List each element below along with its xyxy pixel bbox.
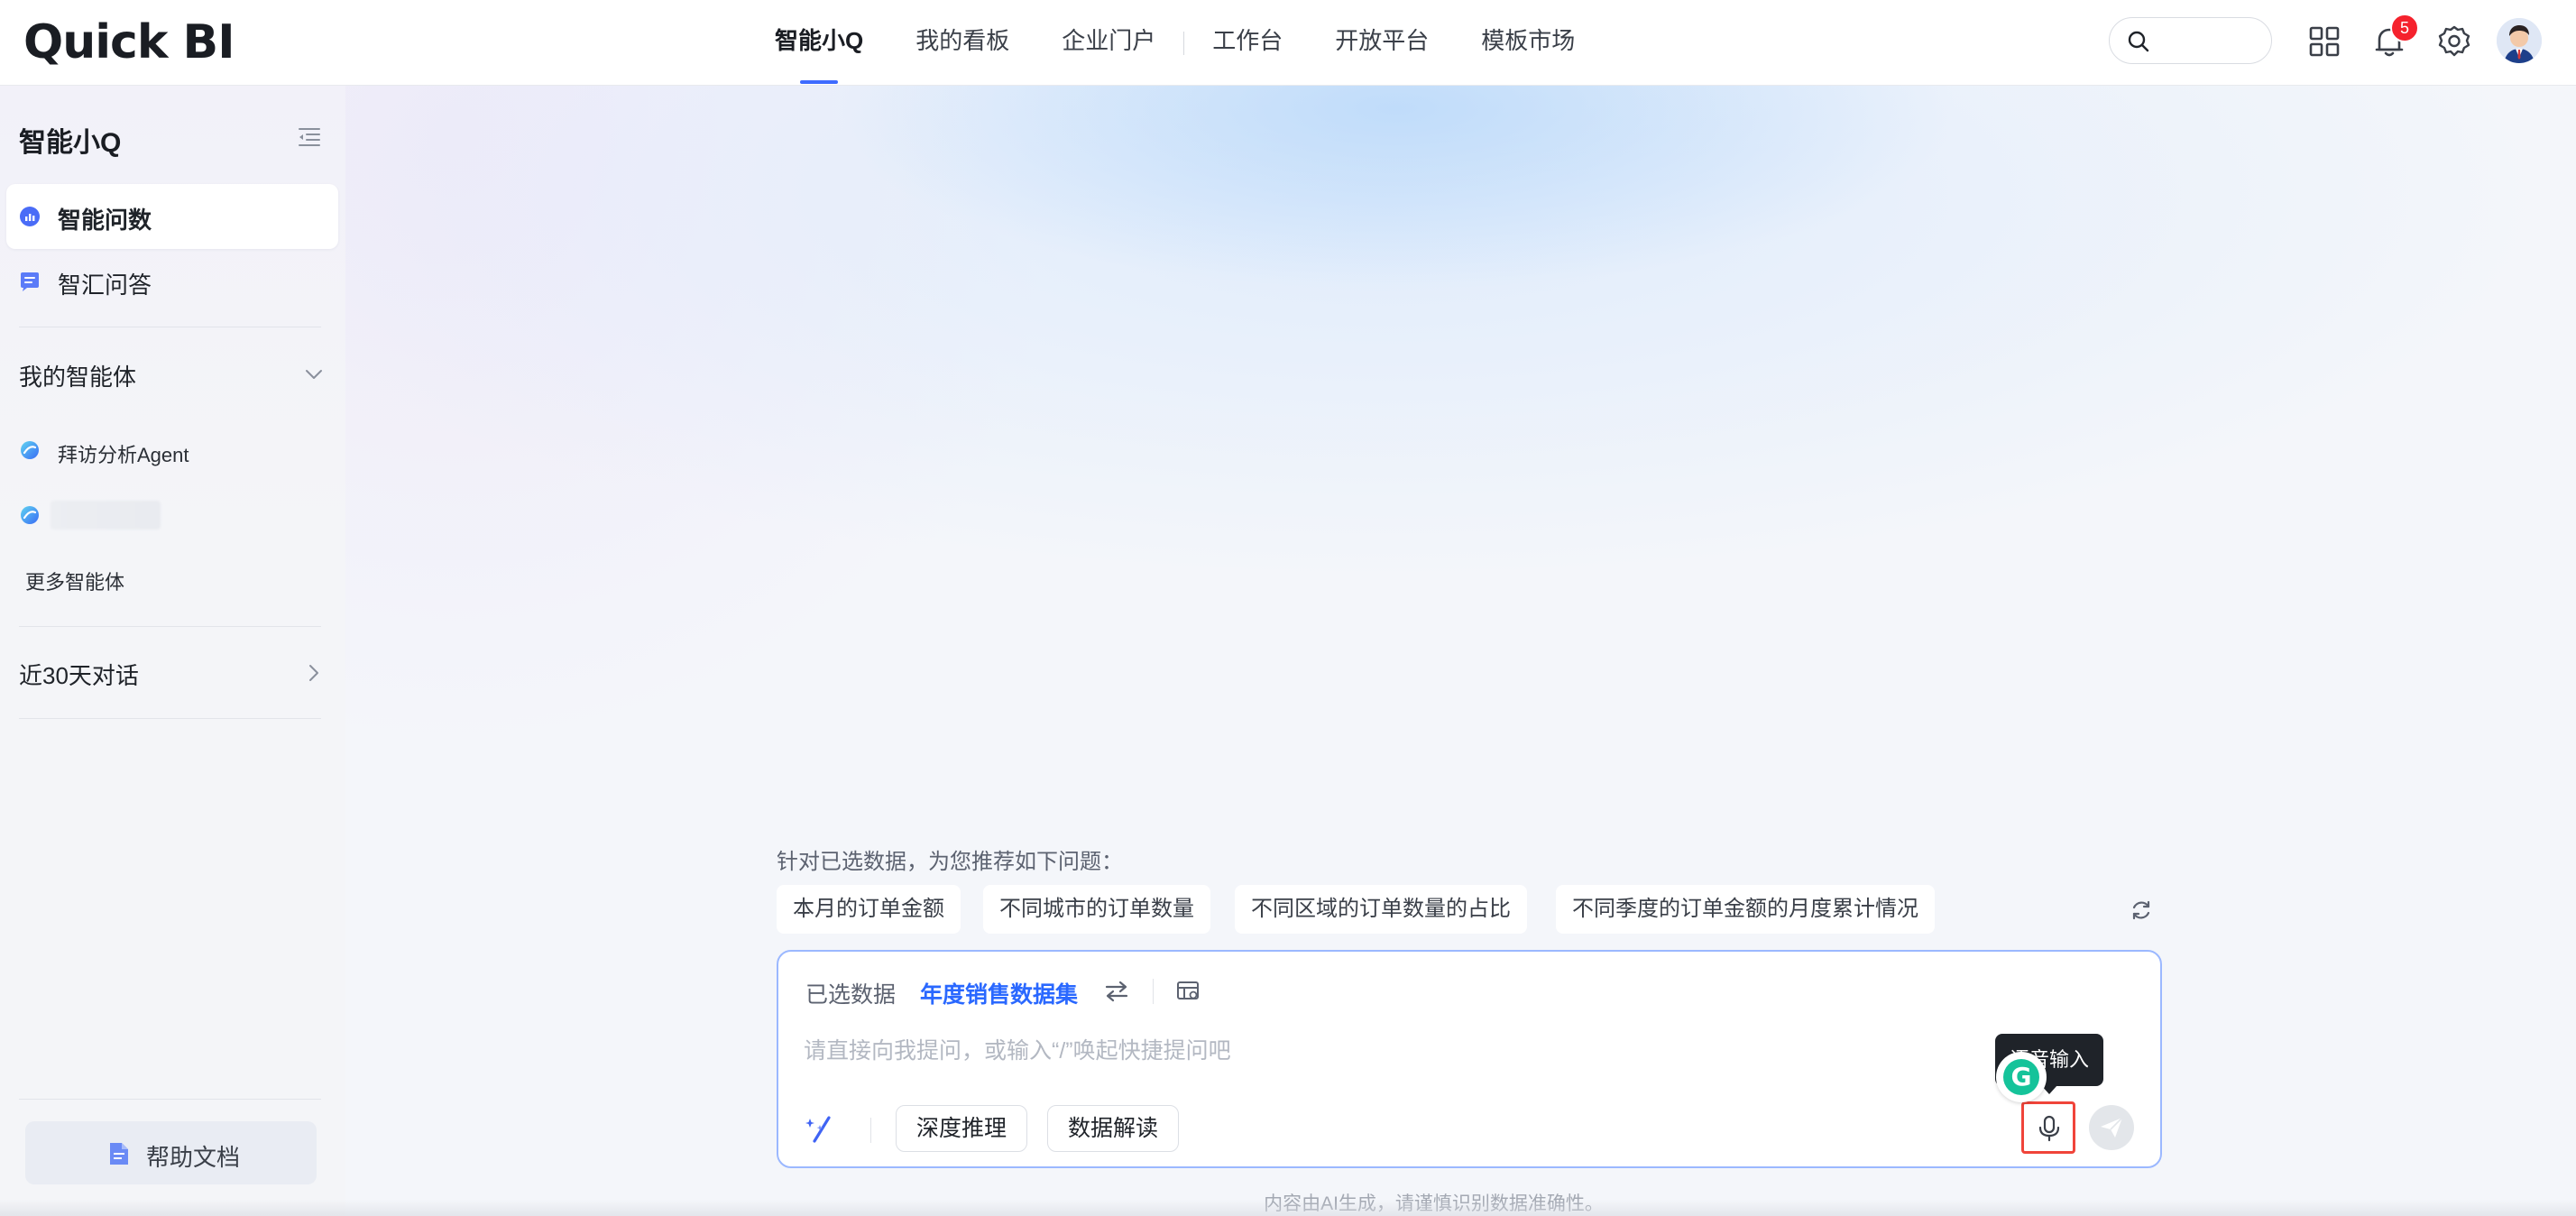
chart-bubble-icon (20, 207, 40, 226)
send-button[interactable] (2089, 1105, 2134, 1150)
chevron-right-icon (309, 665, 318, 681)
deep-reasoning-button[interactable]: 深度推理 (896, 1105, 1028, 1152)
sidebar-divider (19, 626, 321, 627)
nav-item-open-platform[interactable]: 开放平台 (1309, 0, 1455, 86)
refresh-suggestions-icon[interactable] (2130, 898, 2153, 922)
quick-bi-logo[interactable]: Quick BI (23, 13, 235, 72)
collapse-sidebar-icon[interactable] (297, 125, 322, 149)
main-content: 针对已选数据，为您推荐如下问题： 本月的订单金额 不同城市的订单数量 不同区域的… (345, 86, 2576, 1216)
nav-divider (1183, 31, 1185, 55)
avatar-illustration (2497, 18, 2542, 63)
nav-item-workbench[interactable]: 工作台 (1186, 0, 1309, 86)
agent-sphere-icon (21, 441, 39, 459)
suggestion-chip[interactable]: 不同区域的订单数量的占比 (1235, 885, 1527, 934)
suggestion-chip[interactable]: 本月的订单金额 (777, 885, 961, 934)
nav-item-template-market[interactable]: 模板市场 (1455, 0, 1601, 86)
nav-item-smart-q[interactable]: 智能小Q (749, 0, 889, 86)
magic-wand-icon[interactable] (802, 1110, 838, 1147)
gear-icon[interactable] (2434, 22, 2474, 61)
search-input[interactable] (2158, 25, 2262, 56)
voice-input-button[interactable] (2021, 1101, 2075, 1154)
logo-text: Quick BI (23, 15, 235, 69)
sidebar-item-smart-qa[interactable]: 智汇问答 (6, 249, 338, 314)
user-avatar[interactable] (2497, 18, 2542, 63)
sidebar: 智能小Q 智能问数 智汇问答 我的智能体 拜访分析Agent 更多智能体 近30… (0, 86, 345, 1216)
global-search[interactable] (2109, 17, 2272, 64)
agent-sphere-icon (21, 506, 39, 524)
toolbar-divider (870, 1118, 871, 1143)
send-paper-plane-icon (2101, 1117, 2123, 1138)
chevron-down-icon (306, 370, 322, 379)
nav-item-enterprise-portal[interactable]: 企业门户 (1035, 0, 1182, 86)
recent-conversations-toggle[interactable]: 近30天对话 (19, 654, 326, 690)
agent-name-redacted (51, 501, 161, 530)
grammarly-g-icon: G (2003, 1059, 2039, 1095)
sidebar-item-label: 智能问数 (58, 207, 152, 234)
selected-data-label: 已选数据 (805, 982, 897, 1008)
grammarly-widget[interactable]: G (1996, 1052, 2047, 1102)
selected-dataset-link[interactable]: 年度销售数据集 (920, 977, 1078, 1009)
sidebar-divider (19, 1099, 321, 1100)
chat-list-icon (21, 272, 39, 291)
sidebar-divider (19, 718, 321, 719)
top-bar: Quick BI 智能小Q 我的看板 企业门户 工作台 开放平台 模板市场 5 (0, 0, 2576, 86)
agent-item-label: 拜访分析Agent (58, 444, 189, 466)
help-docs-label: 帮助文档 (146, 1144, 241, 1171)
apps-grid-icon[interactable] (2305, 22, 2344, 61)
agent-item-unnamed[interactable] (19, 497, 326, 533)
microphone-icon (2038, 1115, 2060, 1142)
main-nav: 智能小Q 我的看板 企业门户 工作台 开放平台 模板市场 (749, 0, 1601, 86)
switch-dataset-icon[interactable] (1103, 979, 1130, 1004)
search-icon (2128, 31, 2149, 52)
suggestion-chip[interactable]: 不同季度的订单金额的月度累计情况 (1556, 885, 1935, 934)
nav-item-my-dashboards[interactable]: 我的看板 (889, 0, 1035, 86)
sidebar-title: 智能小Q (19, 128, 122, 158)
question-input[interactable] (804, 1033, 1976, 1069)
agent-item-visit-analysis[interactable]: 拜访分析Agent (19, 432, 326, 468)
notification-badge: 5 (2390, 14, 2419, 42)
data-interpretation-button[interactable]: 数据解读 (1047, 1105, 1180, 1152)
my-agents-section-toggle[interactable]: 我的智能体 (19, 355, 326, 392)
toolbar-divider (1153, 979, 1154, 1004)
more-agents-link[interactable]: 更多智能体 (25, 567, 124, 595)
data-table-preview-icon[interactable] (1175, 979, 1201, 1004)
help-docs-button[interactable]: 帮助文档 (25, 1121, 317, 1184)
sidebar-item-smart-query[interactable]: 智能问数 (6, 184, 338, 249)
suggestion-chip[interactable]: 不同城市的订单数量 (983, 885, 1210, 934)
question-input-panel: 已选数据 年度销售数据集 深度推理 数据解读 (777, 950, 2162, 1168)
sidebar-item-label: 智汇问答 (58, 272, 152, 299)
bottom-edge-shade (0, 1200, 2576, 1216)
suggestions-title: 针对已选数据，为您推荐如下问题： (777, 850, 1123, 874)
my-agents-label: 我的智能体 (19, 364, 137, 391)
document-icon (110, 1143, 128, 1165)
recent-conversations-label: 近30天对话 (19, 662, 139, 689)
